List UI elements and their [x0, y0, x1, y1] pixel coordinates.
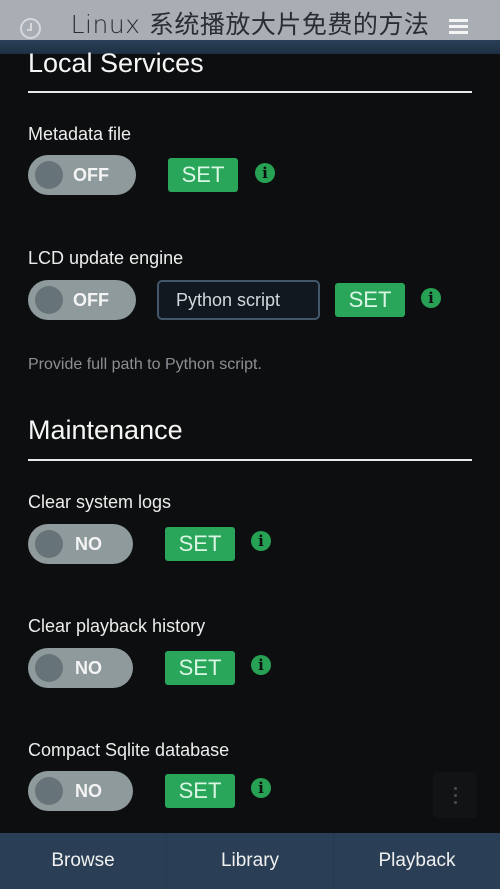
setting-label-metadata-file: Metadata file	[28, 124, 132, 144]
clear-playback-history-toggle[interactable]: NO	[28, 648, 133, 688]
section-divider	[28, 91, 472, 93]
python-script-input[interactable]	[157, 280, 320, 320]
setting-label-clear-system-logs: Clear system logs	[28, 492, 172, 512]
toggle-state: NO	[75, 534, 102, 554]
bottom-nav: Browse Library Playback	[0, 833, 500, 889]
clear-system-logs-toggle[interactable]: NO	[28, 524, 133, 564]
metadata-file-toggle[interactable]: OFF	[28, 155, 136, 195]
settings-content: Local Services Metadata file OFF SET i L…	[0, 48, 500, 834]
compact-sqlite-database-set-button[interactable]: SET	[165, 774, 235, 808]
lcd-update-engine-set-button[interactable]: SET	[335, 283, 405, 317]
clear-playback-history-set-button[interactable]: SET	[165, 651, 235, 685]
toggle-state: NO	[75, 658, 102, 678]
tab-playback[interactable]: Playback	[334, 833, 500, 889]
page-title: Linux 系统播放大片免费的方法	[70, 10, 430, 39]
more-vertical-icon[interactable]	[433, 772, 477, 818]
tab-browse[interactable]: Browse	[0, 833, 167, 889]
metadata-file-set-button[interactable]: SET	[168, 158, 238, 192]
menu-icon[interactable]	[449, 19, 468, 36]
lcd-update-engine-toggle[interactable]: OFF	[28, 280, 136, 320]
toggle-state: NO	[75, 781, 102, 801]
toggle-knob	[35, 286, 63, 314]
info-icon[interactable]: i	[251, 655, 271, 675]
toggle-knob	[35, 530, 63, 558]
setting-label-compact-sqlite-database: Compact Sqlite database	[28, 740, 230, 760]
compact-sqlite-database-toggle[interactable]: NO	[28, 771, 133, 811]
info-icon[interactable]: i	[251, 778, 271, 798]
clear-system-logs-set-button[interactable]: SET	[165, 527, 235, 561]
setting-label-clear-playback-history: Clear playback history	[28, 616, 206, 636]
toggle-knob	[35, 161, 63, 189]
section-title-local-services: Local Services	[28, 48, 204, 78]
setting-label-lcd-update-engine: LCD update engine	[28, 248, 184, 268]
info-icon[interactable]: i	[421, 288, 441, 308]
info-icon[interactable]: i	[255, 163, 275, 183]
toggle-knob	[35, 654, 63, 682]
section-divider	[28, 459, 472, 461]
tab-library[interactable]: Library	[167, 833, 334, 889]
python-script-help-text: Provide full path to Python script.	[28, 356, 262, 373]
toggle-knob	[35, 777, 63, 805]
info-icon[interactable]: i	[251, 531, 271, 551]
section-title-maintenance: Maintenance	[28, 415, 183, 445]
toggle-state: OFF	[73, 290, 109, 310]
app-header: Linux 系统播放大片免费的方法	[0, 0, 500, 40]
toggle-state: OFF	[73, 165, 109, 185]
